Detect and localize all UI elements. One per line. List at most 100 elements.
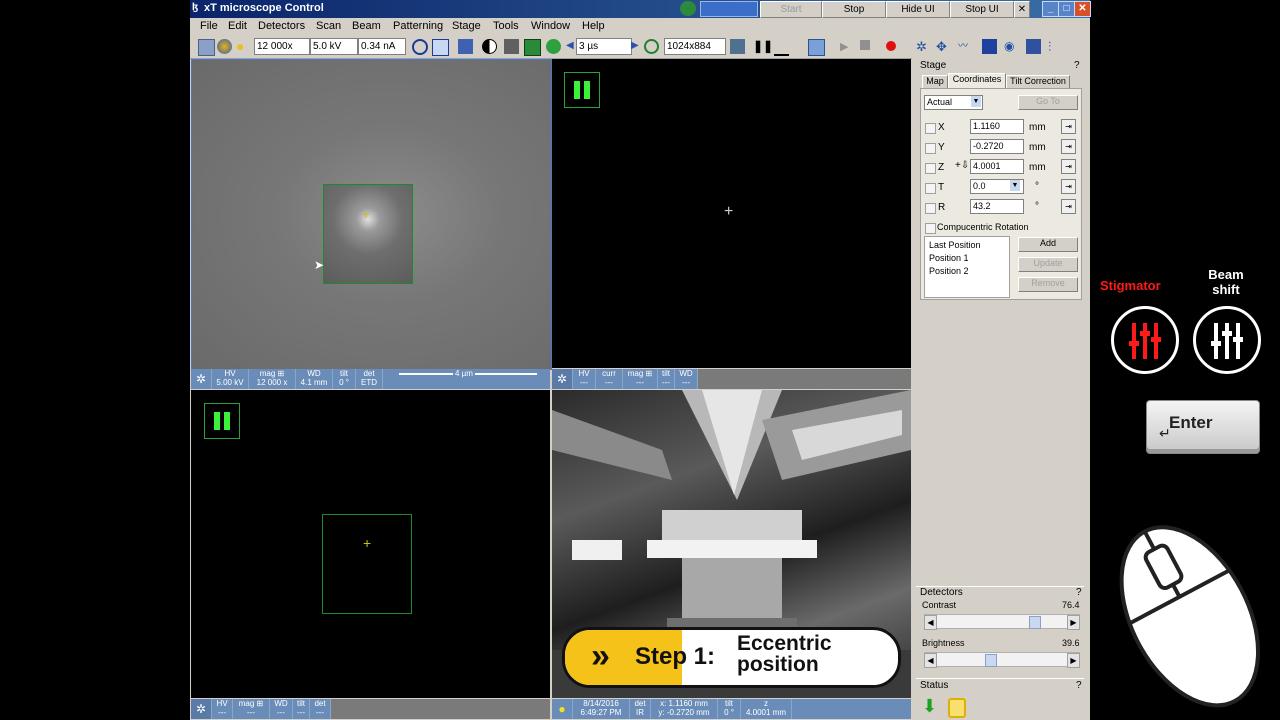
- beam-control-icon[interactable]: ✲: [916, 39, 931, 54]
- y-field[interactable]: -0.2720: [970, 139, 1024, 154]
- status-help-icon[interactable]: ?: [1076, 680, 1082, 691]
- menu-patterning[interactable]: Patterning: [393, 20, 443, 32]
- menu-help[interactable]: Help: [582, 20, 605, 32]
- image-icon[interactable]: [524, 39, 541, 56]
- remove-button[interactable]: Remove: [1018, 277, 1078, 292]
- quad-3-status-bar: ✲ HV --- mag ⊞ --- WD --- tilt --- det ---: [191, 699, 550, 719]
- reflection: [572, 540, 622, 560]
- multi-beam-icon[interactable]: [217, 39, 232, 54]
- stop-button[interactable]: Stop: [822, 1, 886, 18]
- scan-mode-icon[interactable]: [808, 39, 825, 56]
- brightness-slider[interactable]: ◀ ▶: [924, 652, 1080, 668]
- reduced-area-icon[interactable]: [432, 39, 449, 56]
- start-button[interactable]: Start: [760, 1, 822, 18]
- pause-icon[interactable]: ❚❚: [753, 39, 773, 53]
- record-icon[interactable]: [886, 41, 896, 51]
- dwell-field[interactable]: 3 µs: [576, 38, 632, 55]
- eye-icon[interactable]: ◉: [1004, 39, 1019, 54]
- auto-contrast-icon[interactable]: [504, 39, 519, 54]
- pin-icon[interactable]: ⇥: [1061, 179, 1076, 194]
- y-label: Y: [938, 142, 945, 153]
- brightness-slider-thumb[interactable]: [984, 654, 997, 667]
- window-title: xT microscope Control: [204, 2, 324, 14]
- stop-icon[interactable]: [860, 40, 870, 50]
- list-item[interactable]: Last Position: [929, 240, 981, 250]
- step-label: Step 1:: [635, 643, 716, 670]
- line-scan-icon[interactable]: [774, 39, 789, 56]
- quad-2-view[interactable]: +: [552, 59, 911, 368]
- r-field[interactable]: 43.2: [970, 199, 1024, 214]
- snapshot-icon[interactable]: [730, 39, 745, 54]
- contrast-icon[interactable]: [482, 39, 497, 54]
- menu-stage[interactable]: Stage: [452, 20, 481, 32]
- update-button[interactable]: Update: [1018, 257, 1078, 272]
- menu-scan[interactable]: Scan: [316, 20, 341, 32]
- z-checkbox[interactable]: [925, 163, 936, 174]
- pin-icon[interactable]: ⇥: [1061, 159, 1076, 174]
- prev-arrow-icon[interactable]: ◀: [566, 40, 574, 51]
- menu-edit[interactable]: Edit: [228, 20, 247, 32]
- menu-file[interactable]: File: [200, 20, 218, 32]
- chevron-right-icon[interactable]: ▶: [1067, 653, 1080, 668]
- minimize-icon[interactable]: _: [1042, 1, 1059, 17]
- quad-3-view[interactable]: +: [191, 390, 550, 698]
- maximize-icon[interactable]: □: [1058, 1, 1075, 17]
- magnification-field[interactable]: 12 000x: [254, 38, 310, 55]
- stage-help-icon[interactable]: ?: [1074, 60, 1080, 71]
- close-icon[interactable]: ✕: [1014, 1, 1030, 18]
- window-close-icon[interactable]: ✕: [1074, 1, 1091, 17]
- sliders-icon[interactable]: ⫶: [1048, 39, 1063, 54]
- hide-ui-button[interactable]: Hide UI: [886, 1, 950, 18]
- contrast-slider[interactable]: ◀ ▶: [924, 614, 1080, 630]
- pin-icon[interactable]: ⇥: [1061, 119, 1076, 134]
- x-field[interactable]: 1.1160: [970, 119, 1024, 134]
- next-arrow-icon[interactable]: ▶: [631, 40, 639, 51]
- reduced-area-frame[interactable]: +: [322, 514, 412, 614]
- add-button[interactable]: Add: [1018, 237, 1078, 252]
- list-item[interactable]: Position 1: [929, 253, 969, 263]
- pin-icon[interactable]: ⇥: [1061, 199, 1076, 214]
- navigation-icon[interactable]: ✥: [936, 39, 951, 54]
- detectors-help-icon[interactable]: ?: [1076, 587, 1082, 598]
- wave-icon[interactable]: 〰: [958, 39, 973, 54]
- stage-icon[interactable]: [458, 39, 473, 54]
- quad-1-sem-view[interactable]: + ➤: [191, 59, 552, 370]
- t-checkbox[interactable]: [925, 183, 936, 194]
- menu-tools[interactable]: Tools: [493, 20, 519, 32]
- menu-window[interactable]: Window: [531, 20, 570, 32]
- layout-icon[interactable]: [982, 39, 997, 54]
- list-item[interactable]: Position 2: [929, 266, 969, 276]
- chevron-down-icon[interactable]: ▼: [1010, 180, 1020, 191]
- beam-icon: ✲: [191, 699, 212, 719]
- y-checkbox[interactable]: [925, 143, 936, 154]
- timer-icon[interactable]: [644, 39, 659, 54]
- lightbulb-icon[interactable]: ●: [236, 39, 251, 54]
- settings-icon[interactable]: [1026, 39, 1041, 54]
- r-checkbox[interactable]: [925, 203, 936, 214]
- z-link-icon[interactable]: +⇩: [955, 160, 969, 171]
- compucentric-checkbox[interactable]: [925, 223, 936, 234]
- pin-icon[interactable]: ⇥: [1061, 139, 1076, 154]
- coordinates-panel: Actual ▼ Go To X 1.1160 mm ⇥ Y -0.2720 m…: [920, 88, 1082, 300]
- menu-detectors[interactable]: Detectors: [258, 20, 305, 32]
- stop-ui-button[interactable]: Stop UI: [950, 1, 1014, 18]
- t-label: T: [938, 182, 945, 193]
- focus-icon[interactable]: [546, 39, 561, 54]
- z-field[interactable]: 4.0001: [970, 159, 1024, 174]
- chevron-left-icon[interactable]: ◀: [924, 653, 937, 668]
- x-checkbox[interactable]: [925, 123, 936, 134]
- beam-icon[interactable]: [198, 39, 215, 56]
- resolution-field[interactable]: 1024x884: [664, 38, 726, 55]
- chevron-left-icon[interactable]: ◀: [924, 615, 937, 630]
- contrast-slider-thumb[interactable]: [1028, 616, 1041, 629]
- current-field[interactable]: 0.34 nA: [358, 38, 406, 55]
- reduced-area-frame[interactable]: +: [323, 184, 413, 284]
- chevron-right-icon[interactable]: ▶: [1067, 615, 1080, 630]
- voltage-field[interactable]: 5.0 kV: [310, 38, 358, 55]
- goto-button[interactable]: Go To: [1018, 95, 1078, 110]
- play-icon[interactable]: ▶: [840, 40, 848, 53]
- target-icon[interactable]: [412, 39, 428, 55]
- positions-list[interactable]: Last Position Position 1 Position 2: [924, 236, 1010, 298]
- menu-beam[interactable]: Beam: [352, 20, 381, 32]
- chevron-down-icon[interactable]: ▼: [971, 96, 981, 107]
